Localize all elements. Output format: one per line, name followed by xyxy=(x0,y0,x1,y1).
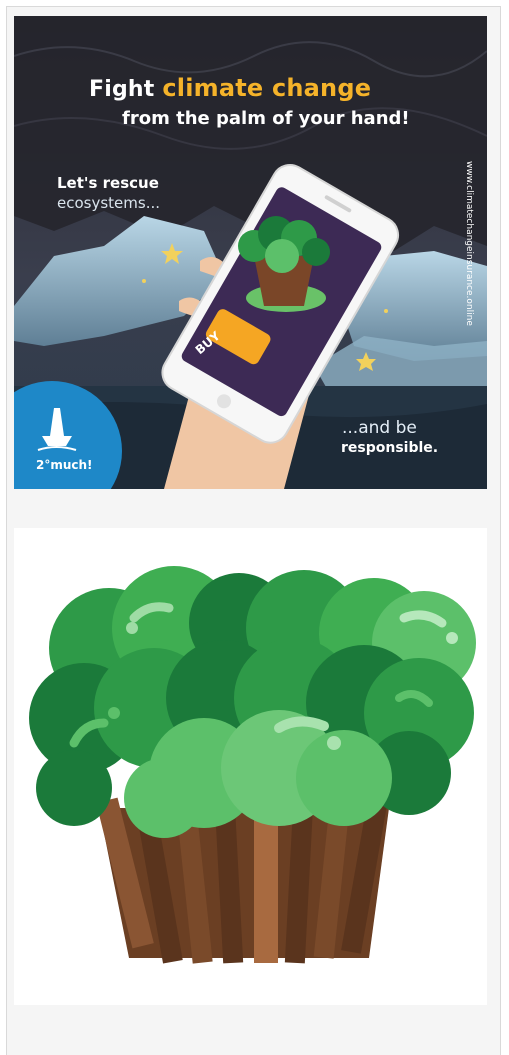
star-icon xyxy=(384,309,388,313)
closing-line-1: ...and be xyxy=(342,418,417,438)
tree-image-card[interactable] xyxy=(14,528,487,1005)
headline-accent: climate change xyxy=(162,74,372,102)
side-url-text: www.climatechangeinsurance.online xyxy=(464,161,474,326)
logo-text: 2°much! xyxy=(36,458,93,472)
promo-image-card[interactable]: Fight climate change from the palm of yo… xyxy=(14,16,487,489)
rescue-line-2: ecosystems... xyxy=(57,194,161,212)
tree-icon xyxy=(29,566,476,964)
star-icon xyxy=(142,279,146,283)
canopy-group xyxy=(29,566,476,838)
closing-line-2: responsible. xyxy=(341,440,439,456)
rescue-line-1: Let's rescue xyxy=(57,174,159,192)
headline-line-2: from the palm of your hand! xyxy=(122,108,410,129)
headline-line-1: Fight climate change xyxy=(89,74,372,102)
